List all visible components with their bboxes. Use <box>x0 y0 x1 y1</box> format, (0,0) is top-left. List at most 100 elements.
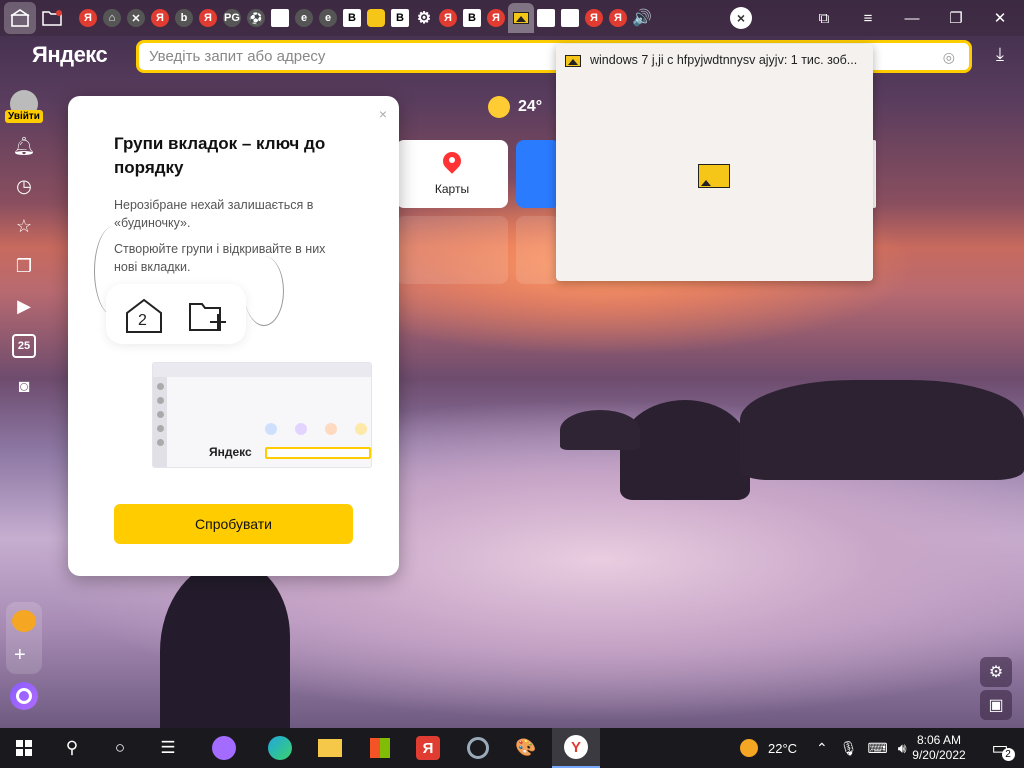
close-icon[interactable]: × <box>379 106 387 122</box>
alice-icon[interactable] <box>10 682 38 710</box>
edge-icon[interactable]: e <box>319 9 337 27</box>
orange-icon[interactable]: b <box>175 9 193 27</box>
mockup-tile <box>295 423 307 435</box>
mountain-silhouette <box>560 410 640 450</box>
search-icon[interactable]: ⚲ <box>48 728 96 768</box>
promo-paragraph-1: Нерозібране нехай залишається в «будиноч… <box>114 198 314 230</box>
gallery-icon[interactable]: ▣ <box>980 690 1012 720</box>
tab-close-area: × <box>730 0 752 36</box>
group-count: 2 <box>138 312 147 329</box>
yandex-icon[interactable]: Я <box>199 9 217 27</box>
taskbar: ⚲ ○ ☰ Я 🎨 Y 22°C ⌃ 🎙︎ ⌨ 🔊︎ 8:06 AM 9/20/… <box>0 728 1024 768</box>
clock-date: 9/20/2022 <box>912 748 966 762</box>
tile-empty[interactable] <box>396 216 508 284</box>
restore-button[interactable]: ❐ <box>934 0 978 36</box>
close-window-button[interactable]: ✕ <box>978 0 1022 36</box>
sidebar: Увійти 🔔︎ ◷ ☆ ❐ ▶ 25 ◙ + <box>0 84 48 728</box>
bookmarks-icon[interactable]: ⧉ <box>802 0 846 36</box>
gamepad-icon[interactable]: ⌂ <box>103 9 121 27</box>
mockup-dot <box>157 439 164 446</box>
clock[interactable]: 8:06 AM 9/20/2022 <box>908 733 970 763</box>
screenshot-icon[interactable]: ◙ <box>12 374 36 398</box>
paint-icon[interactable]: 🎨 <box>502 728 550 768</box>
mockup-brand: Яндекс <box>209 445 252 459</box>
gear-icon[interactable]: ⚙ <box>415 9 433 27</box>
b-icon[interactable]: B <box>343 9 361 27</box>
add-icon[interactable]: + <box>14 644 26 667</box>
chevron-up-icon[interactable]: ⌃ <box>816 740 828 757</box>
tab-groups-button[interactable] <box>36 2 68 34</box>
home-tab-button[interactable] <box>4 2 36 34</box>
mockup-dot <box>157 383 164 390</box>
tile-maps[interactable]: Карты <box>396 140 508 208</box>
edge-icon[interactable] <box>256 728 304 768</box>
yandex-icon[interactable]: Я <box>79 9 97 27</box>
microphone-icon[interactable]: 🎙︎ <box>840 740 858 757</box>
sidebar-apps-group: + <box>6 602 42 674</box>
mockup-sidebar <box>153 377 167 467</box>
network-icon[interactable]: ⌨ <box>868 740 888 757</box>
edge-legacy-icon[interactable] <box>454 728 502 768</box>
puzzle-icon[interactable]: ✕ <box>127 9 145 27</box>
document-icon[interactable] <box>561 9 579 27</box>
yandex-icon[interactable]: Я <box>585 9 603 27</box>
edge-icon[interactable]: e <box>295 9 313 27</box>
cortana-icon[interactable]: ○ <box>96 728 144 768</box>
calendar-icon[interactable]: 25 <box>12 334 36 358</box>
minimize-button[interactable]: — <box>890 0 934 36</box>
notification-center-icon[interactable]: ▭ 2 <box>976 728 1024 768</box>
weather-tray[interactable]: 22°C <box>740 728 797 768</box>
decor-arc <box>244 256 284 326</box>
star-icon[interactable]: ☆ <box>12 214 36 238</box>
mockup-dot <box>157 425 164 432</box>
mockup-search <box>265 447 371 459</box>
tile-blue[interactable] <box>516 140 560 208</box>
history-icon[interactable]: ◷ <box>12 174 36 198</box>
login-badge[interactable]: Увійти <box>5 110 43 123</box>
menu-icon[interactable]: ≡ <box>846 0 890 36</box>
document-icon[interactable] <box>537 9 555 27</box>
folder-plus-icon <box>42 10 62 26</box>
yandex-logo[interactable]: Яндекс <box>32 42 108 68</box>
yandex-icon[interactable]: Я <box>487 9 505 27</box>
yandex-browser-taskbar-icon[interactable]: Y <box>552 728 600 768</box>
download-icon[interactable]: ⤓ <box>988 44 1012 65</box>
mail-icon[interactable] <box>12 610 36 632</box>
yandex-icon[interactable]: Я <box>151 9 169 27</box>
alice-taskbar-icon[interactable] <box>200 728 248 768</box>
active-tab[interactable] <box>508 3 534 33</box>
soccer-icon[interactable]: ⚽ <box>247 9 265 27</box>
task-view-icon[interactable]: ☰ <box>144 728 192 768</box>
camera-search-icon[interactable]: ◎ <box>943 49 955 66</box>
try-button[interactable]: Спробувати <box>114 504 353 544</box>
document-icon[interactable] <box>271 9 289 27</box>
windows-start-icon[interactable] <box>0 728 48 768</box>
pg-icon[interactable]: PG <box>223 9 241 27</box>
mockup-tabbar <box>153 363 371 377</box>
yandex-icon[interactable]: Я <box>609 9 627 27</box>
collections-icon[interactable]: ❐ <box>12 254 36 278</box>
image-icon[interactable] <box>367 9 385 27</box>
settings-gear-icon[interactable]: ⚙ <box>980 657 1012 687</box>
sun-icon <box>488 96 510 118</box>
video-icon[interactable]: ▶ <box>12 294 36 318</box>
tile-empty[interactable] <box>516 216 560 284</box>
close-tab-button[interactable]: × <box>730 7 752 29</box>
weather-widget[interactable]: 24° <box>488 96 542 118</box>
tile-label: Карты <box>434 182 470 196</box>
tray-temp: 22°C <box>768 740 798 756</box>
volume-icon[interactable]: 🔊︎ <box>898 740 907 757</box>
mockup-dot <box>157 397 164 404</box>
speaker-icon[interactable]: 🔊 <box>632 9 652 27</box>
b-icon[interactable]: B <box>463 9 481 27</box>
bell-icon[interactable]: 🔔︎ <box>12 134 36 158</box>
image-icon <box>513 12 529 24</box>
store-icon[interactable] <box>356 728 404 768</box>
b-icon[interactable]: B <box>391 9 409 27</box>
browser-mockup: Яндекс <box>152 362 372 468</box>
yandex-taskbar-icon[interactable]: Я <box>404 728 452 768</box>
window-controls: ⧉ ≡ — ❐ ✕ <box>802 0 1022 36</box>
file-explorer-icon[interactable] <box>306 728 354 768</box>
yandex-icon[interactable]: Я <box>439 9 457 27</box>
mockup-tile <box>355 423 367 435</box>
